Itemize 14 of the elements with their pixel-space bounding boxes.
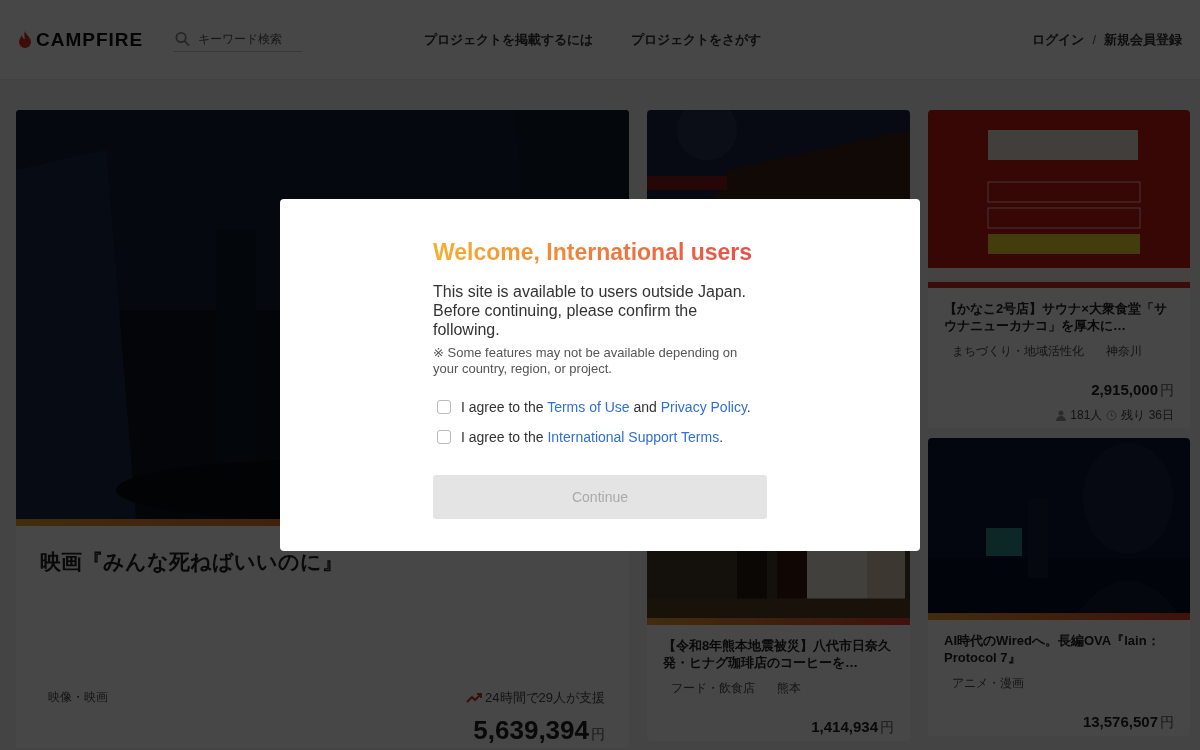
agreement-text: I agree to the Terms of Use and Privacy Policy. [461, 399, 751, 415]
policy-link[interactable]: Privacy Policy [660, 399, 747, 415]
policy-link[interactable]: Terms of Use [547, 399, 630, 415]
nav-link[interactable]: プロジェクトをさがす [631, 30, 762, 49]
agreement-text: I agree to the International Support Terms. [461, 429, 724, 445]
dialog-note: ※ Some features may not be available depending on your country, region, or project. [433, 345, 739, 377]
separator: / [1092, 32, 1096, 47]
project-title[interactable]: 【令和8年熊本地震被災】八代市日奈久発・ヒナグ珈琲店のコーヒーを… [663, 637, 894, 671]
nav-link[interactable]: プロジェクトを掲載するには [424, 30, 594, 49]
checkbox[interactable] [437, 430, 451, 444]
signup-link[interactable]: 新規会員登録 [1104, 30, 1182, 49]
checkbox[interactable] [437, 400, 451, 414]
dialog-message: This site is available to users outside Japan. Before continuing, please confirm the following. [433, 282, 748, 339]
login-link[interactable]: ログイン [1032, 30, 1085, 49]
